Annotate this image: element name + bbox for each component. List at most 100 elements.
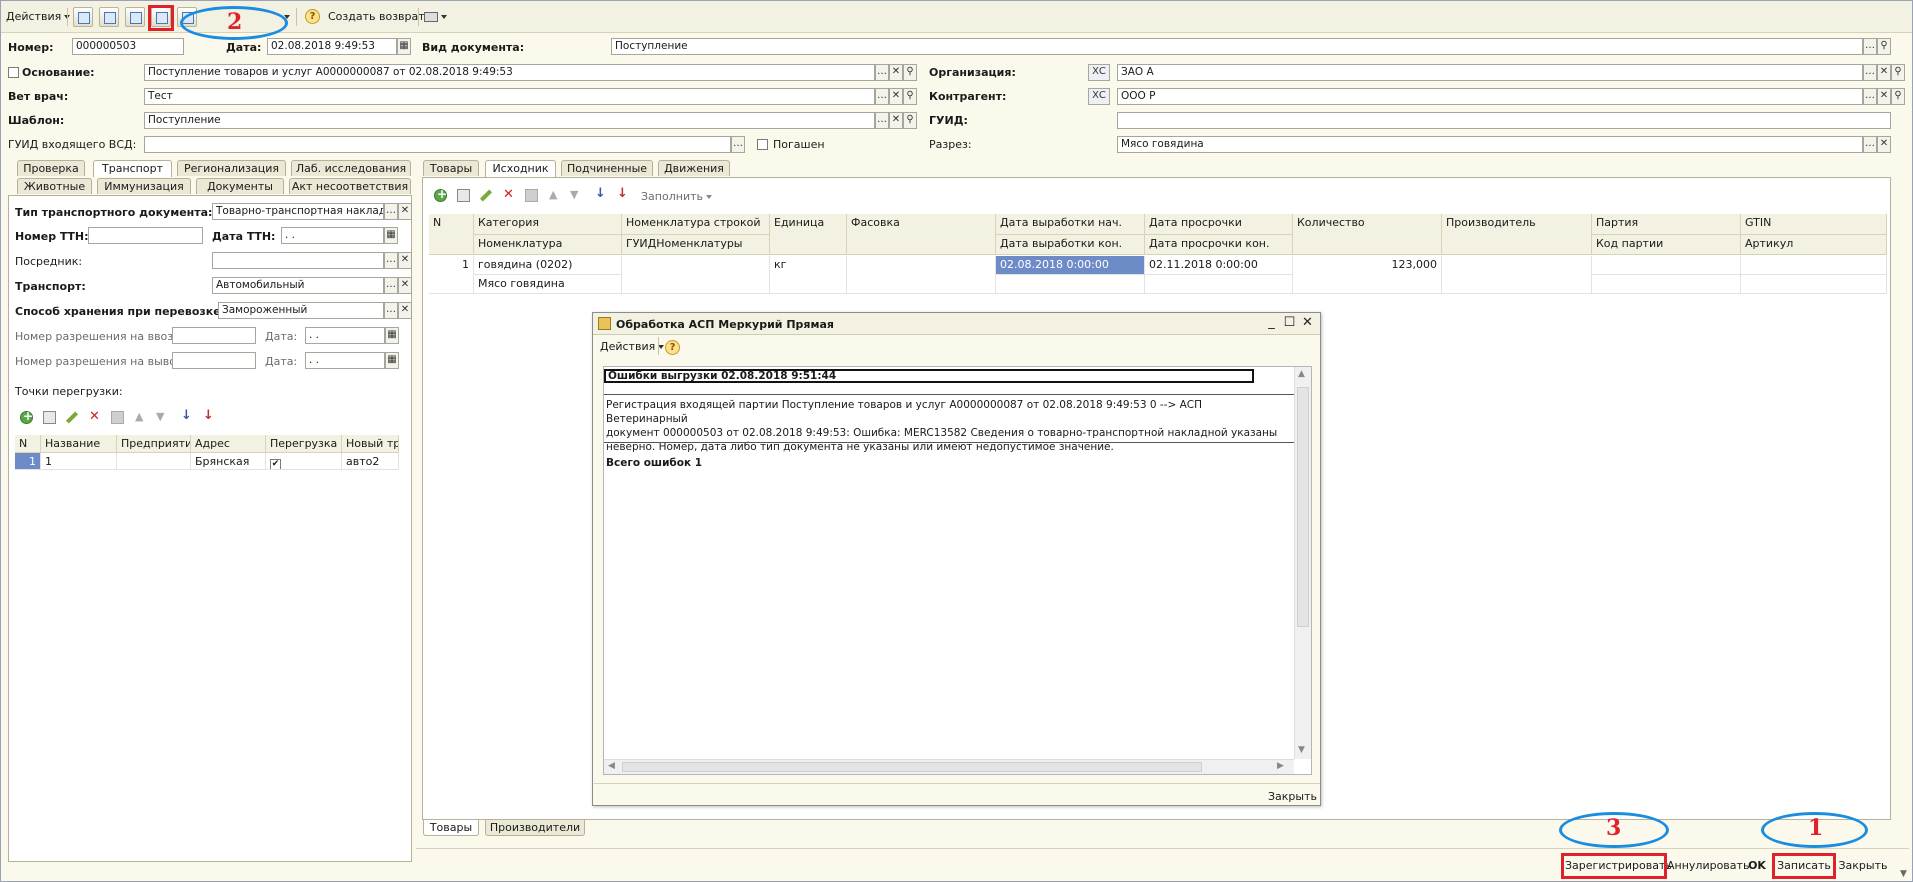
import-permit-field[interactable] <box>172 327 256 344</box>
select-button[interactable]: … <box>731 136 745 153</box>
add-icon[interactable] <box>434 187 447 202</box>
copy-icon[interactable] <box>43 411 56 424</box>
tab-lab-research[interactable]: Лаб. исследования <box>291 160 411 176</box>
move-up-icon[interactable] <box>548 188 561 202</box>
minimize-icon[interactable]: _ <box>1264 316 1279 331</box>
search-icon[interactable]: ⚲ <box>903 112 917 129</box>
clear-icon[interactable]: ✕ <box>1877 136 1891 153</box>
create-return-button[interactable]: Создать возврат <box>328 10 425 23</box>
post-icon[interactable] <box>73 7 93 27</box>
table-cell-nomenclature-string[interactable] <box>622 256 770 294</box>
tab-movements[interactable]: Движения <box>658 160 730 176</box>
sort-desc-icon[interactable] <box>203 408 216 424</box>
search-icon[interactable]: ⚲ <box>1877 38 1891 55</box>
select-button[interactable]: … <box>384 252 398 269</box>
help-icon[interactable]: ? <box>665 340 680 355</box>
table-cell-expiry[interactable]: 02.11.2018 0:00:00 <box>1145 256 1293 275</box>
table-cell-prod-date-start[interactable]: 02.08.2018 0:00:00 <box>996 256 1145 275</box>
table-cell-name[interactable]: 1 <box>41 453 117 470</box>
window-scroll-down-icon[interactable]: ▼ <box>1900 869 1907 879</box>
sort-desc-icon[interactable] <box>617 186 630 202</box>
dialog-titlebar[interactable]: Обработка АСП Меркурий Прямая _ ☐ ✕ <box>593 313 1320 335</box>
template-field[interactable]: Поступление <box>144 112 875 129</box>
cut-field[interactable]: Мясо говядина <box>1117 136 1863 153</box>
select-button[interactable]: … <box>384 203 398 220</box>
guid-field[interactable] <box>1117 112 1891 129</box>
grid-header-expiry-end[interactable]: Дата просрочки кон. <box>1145 235 1293 255</box>
select-button[interactable]: … <box>1863 38 1877 55</box>
scroll-left-icon[interactable]: ◀ <box>608 761 615 771</box>
tab-check[interactable]: Проверка <box>17 160 85 176</box>
reload-checkbox[interactable]: ✔ <box>270 459 281 469</box>
table-cell-packing[interactable] <box>847 256 996 294</box>
sort-asc-icon[interactable] <box>595 186 608 202</box>
table-cell-expiry-end[interactable] <box>1145 275 1293 294</box>
horizontal-scrollbar[interactable]: ◀ ▶ <box>604 759 1294 774</box>
table-cell-reload[interactable]: ✔ <box>266 453 342 470</box>
print-menu[interactable] <box>424 10 447 23</box>
tab-regionalization[interactable]: Регионализация <box>177 160 286 176</box>
dialog-actions-menu[interactable]: Действия <box>600 340 665 353</box>
scroll-thumb[interactable] <box>622 762 1202 772</box>
table-cell-quantity[interactable]: 123,000 <box>1293 256 1442 294</box>
scroll-up-icon[interactable]: ▲ <box>1298 369 1305 379</box>
grid-header-guid-nomenclature[interactable]: ГУИДНоменклатуры <box>622 235 770 255</box>
tab-bottom-producers[interactable]: Производители <box>485 820 585 836</box>
move-up-icon[interactable] <box>134 410 147 424</box>
clear-icon[interactable]: ✕ <box>889 88 903 105</box>
select-button[interactable]: … <box>875 64 889 81</box>
table-cell-address[interactable]: Брянская <box>191 453 266 470</box>
tab-subordinate[interactable]: Подчиненные <box>561 160 653 176</box>
help-icon[interactable]: ? <box>305 9 320 24</box>
tab-goods[interactable]: Товары <box>423 160 479 176</box>
ok-button[interactable]: OK <box>1745 857 1769 875</box>
move-down-icon[interactable] <box>569 188 582 202</box>
table-cell-gtin[interactable] <box>1741 256 1887 275</box>
select-button[interactable]: … <box>384 277 398 294</box>
table-cell-category[interactable]: говядина (0202) <box>474 256 622 275</box>
search-icon[interactable]: ⚲ <box>903 64 917 81</box>
table-cell-nomenclature[interactable]: Мясо говядина <box>474 275 622 294</box>
calendar-icon[interactable]: ▦ <box>384 227 398 244</box>
grid-header-producer[interactable]: Производитель <box>1442 214 1592 255</box>
basis-field[interactable]: Поступление товаров и услуг А0000000087 … <box>144 64 875 81</box>
grid-header-category[interactable]: Категория <box>474 214 622 235</box>
tab-bottom-goods[interactable]: Товары <box>423 820 479 836</box>
close-button[interactable]: Закрыть <box>1838 857 1888 875</box>
grid-header-address[interactable]: Адрес <box>191 435 266 453</box>
table-cell-prod-date-end[interactable] <box>996 275 1145 294</box>
tab-source[interactable]: Исходник <box>485 160 556 177</box>
grid-header-new-transport[interactable]: Новый тра <box>342 435 399 453</box>
clear-icon[interactable]: ✕ <box>889 112 903 129</box>
grid-header-packing[interactable]: Фасовка <box>847 214 996 255</box>
annul-button[interactable]: Аннулировать <box>1667 857 1749 875</box>
xc-button[interactable]: ХС <box>1088 88 1110 105</box>
maximize-icon[interactable]: ☐ <box>1282 316 1297 331</box>
select-button[interactable]: … <box>1863 88 1877 105</box>
grid-header-prod-date-start[interactable]: Дата выработки нач. <box>996 214 1145 235</box>
select-button[interactable]: … <box>875 112 889 129</box>
export-permit-date-field[interactable]: . . <box>305 352 385 369</box>
org-field[interactable]: ЗАО А <box>1117 64 1863 81</box>
clear-icon[interactable]: ✕ <box>1877 88 1891 105</box>
calendar-icon[interactable]: ▦ <box>397 38 411 55</box>
grid-header-gtin[interactable]: GTIN <box>1741 214 1887 235</box>
scroll-thumb[interactable] <box>1297 387 1309 627</box>
fill-menu[interactable]: Заполнить <box>641 190 712 203</box>
ttn-number-field[interactable] <box>88 227 203 244</box>
grid-header-name[interactable]: Название <box>41 435 117 453</box>
search-icon[interactable]: ⚲ <box>1891 64 1905 81</box>
grid-header-article[interactable]: Артикул <box>1741 235 1887 255</box>
mediator-field[interactable] <box>212 252 384 269</box>
grid-header-reload[interactable]: Перегрузка <box>266 435 342 453</box>
basis-checkbox[interactable] <box>8 67 19 78</box>
move-down-icon[interactable] <box>155 410 168 424</box>
guid-in-field[interactable] <box>144 136 731 153</box>
tab-animals[interactable]: Животные <box>17 178 92 194</box>
import-permit-date-field[interactable]: . . <box>305 327 385 344</box>
repaid-checkbox[interactable] <box>757 139 768 150</box>
grid-header-batch[interactable]: Партия <box>1592 214 1741 235</box>
tab-nonconformity-act[interactable]: Акт несоответствия <box>289 178 411 194</box>
tab-transport[interactable]: Транспорт <box>93 160 172 177</box>
transport-doc-type-field[interactable]: Товарно-транспортная наклад <box>212 203 384 220</box>
